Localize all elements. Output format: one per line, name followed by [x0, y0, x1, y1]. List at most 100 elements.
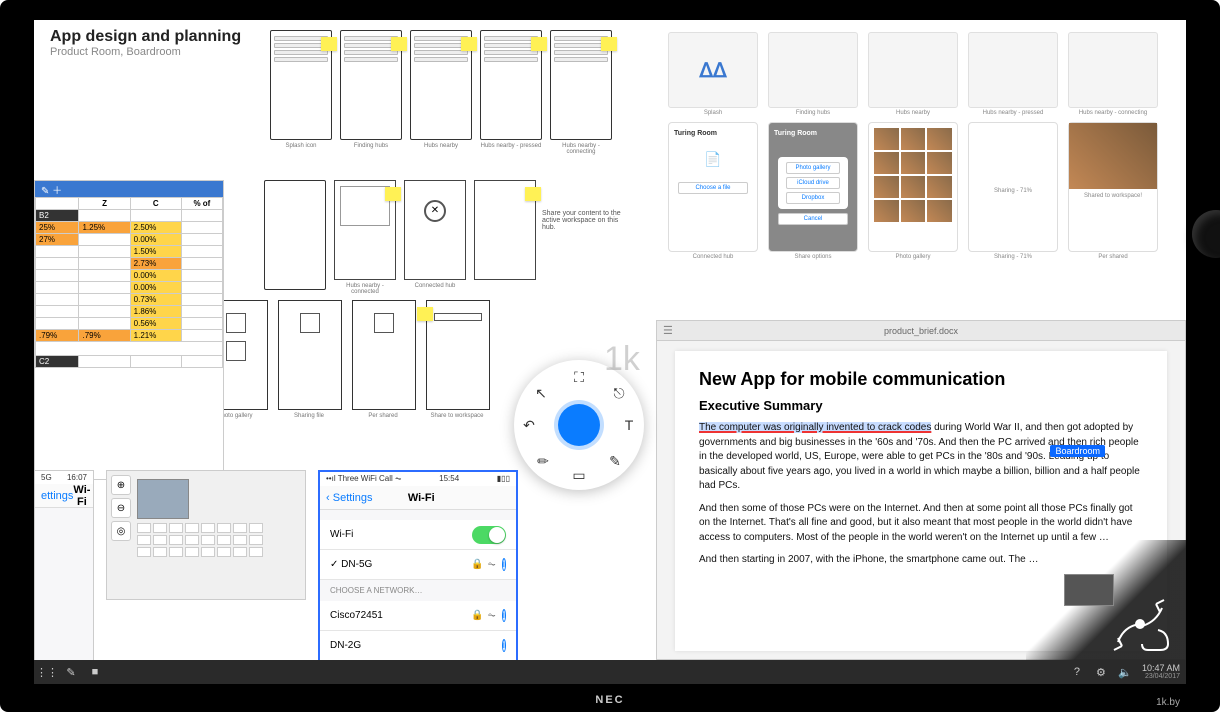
- gallery-thumb[interactable]: [1068, 32, 1158, 108]
- sticky-note-icon: [321, 37, 337, 51]
- wireframe-label: Sharing file: [278, 413, 340, 419]
- nav-title: Wi-Fi: [73, 484, 90, 508]
- map-widget[interactable]: ⊕ ⊖ ◎: [106, 470, 306, 600]
- wireframe-card[interactable]: ✕: [404, 180, 466, 280]
- phone-mock[interactable]: [868, 122, 958, 252]
- option-button[interactable]: Dropbox: [786, 192, 840, 204]
- wifi-icon: ⏦: [488, 610, 496, 621]
- phone-mock[interactable]: Turing Room📄Choose a file: [668, 122, 758, 252]
- wireframe-card[interactable]: [264, 180, 326, 290]
- cell[interactable]: 25%: [36, 222, 79, 234]
- cell[interactable]: 1.50%: [130, 246, 181, 258]
- option-button[interactable]: Photo gallery: [786, 162, 840, 174]
- doc-paragraph[interactable]: The computer was originally invented to …: [699, 421, 1143, 494]
- highlighted-text: The computer was originally invented to …: [699, 422, 931, 433]
- wireframe-card[interactable]: [480, 30, 542, 140]
- wireframe-card[interactable]: [334, 180, 396, 280]
- gallery-thumb[interactable]: [768, 32, 858, 108]
- spreadsheet-grid[interactable]: ZC% of B2 25%1.25%2.50% 27%0.00% 1.50% 2…: [35, 197, 223, 368]
- pen-mode-icon[interactable]: ✎: [64, 665, 78, 679]
- wireframe-card[interactable]: [352, 300, 416, 410]
- carrier-label: Three WiFi Call: [338, 474, 393, 483]
- gallery-thumb[interactable]: [868, 32, 958, 108]
- network-name: DN-2G: [330, 640, 361, 651]
- gallery-thumb[interactable]: ᐃᐃ: [668, 32, 758, 108]
- sticky-note-icon: [601, 37, 617, 51]
- date-label: 23/04/2017: [1142, 673, 1180, 680]
- radial-center-button[interactable]: [558, 404, 600, 446]
- sticky-note-icon: [525, 187, 541, 201]
- sheet-toolbar: ✎ ＋: [35, 181, 223, 197]
- apps-icon[interactable]: ⋮⋮: [40, 665, 54, 679]
- info-icon[interactable]: i: [502, 609, 506, 622]
- gallery-label: Per shared: [1068, 254, 1158, 260]
- cell[interactable]: .79%: [79, 330, 130, 342]
- wireframe-card[interactable]: [474, 180, 536, 280]
- phone-mock[interactable]: Sharing - 71%: [968, 122, 1058, 252]
- clock[interactable]: 10:47 AM 23/04/2017: [1142, 664, 1180, 680]
- info-icon[interactable]: i: [502, 639, 506, 652]
- wireframe-card[interactable]: [340, 30, 402, 140]
- back-button[interactable]: ‹ Settings: [326, 492, 372, 504]
- zoom-in-button[interactable]: ⊕: [111, 475, 131, 495]
- cell[interactable]: 0.00%: [130, 282, 181, 294]
- menu-icon[interactable]: ☰: [663, 324, 673, 337]
- spreadsheet-window[interactable]: ✎ ＋ ZC% of B2 25%1.25%2.50% 27%0.00% 1.5…: [34, 180, 224, 480]
- phone-mock[interactable]: Turing RoomPhoto galleryiCloud driveDrop…: [768, 122, 858, 252]
- phone-mock[interactable]: Shared to workspace!: [1068, 122, 1158, 252]
- wireframe-card[interactable]: [410, 30, 472, 140]
- cell[interactable]: 2.50%: [130, 222, 181, 234]
- cell[interactable]: 0.00%: [130, 270, 181, 282]
- wireframe-card[interactable]: [270, 30, 332, 140]
- shape-tool-icon[interactable]: ▭: [568, 464, 590, 486]
- volume-icon[interactable]: 🔈: [1118, 665, 1132, 679]
- monitor-brand: NEC: [595, 694, 624, 706]
- cell[interactable]: 2.73%: [130, 258, 181, 270]
- gallery-thumb[interactable]: [968, 32, 1058, 108]
- cell[interactable]: .79%: [36, 330, 79, 342]
- pen-tool-icon[interactable]: ✎: [604, 450, 626, 472]
- gallery-label: Finding hubs: [768, 110, 858, 116]
- cell[interactable]: 0.73%: [130, 294, 181, 306]
- eyedropper-icon[interactable]: ⎋: [608, 382, 630, 404]
- info-icon[interactable]: i: [502, 558, 506, 571]
- cell[interactable]: 1.86%: [130, 306, 181, 318]
- doc-paragraph[interactable]: And then some of those PCs were on the I…: [699, 502, 1143, 546]
- help-icon[interactable]: ?: [1070, 665, 1084, 679]
- highlighter-icon[interactable]: ✏: [532, 450, 554, 472]
- radial-tool-menu[interactable]: ⛶ ⎋ T ✎ ▭ ✏ ↶ ↖: [514, 360, 644, 490]
- cursor-icon[interactable]: ↖: [530, 382, 552, 404]
- wireframe-label: Hubs nearby - pressed: [480, 143, 542, 149]
- settings-icon[interactable]: ⚙: [1094, 665, 1108, 679]
- comment-tag[interactable]: Boardroom: [1050, 445, 1105, 457]
- cell[interactable]: 1.21%: [130, 330, 181, 342]
- wifi-connected-row[interactable]: ✓ DN-5G🔒⏦i: [320, 550, 516, 580]
- back-button[interactable]: ettings: [41, 490, 73, 502]
- zoom-out-button[interactable]: ⊖: [111, 498, 131, 518]
- wireframe-card[interactable]: [550, 30, 612, 140]
- sticky-note-icon: [461, 37, 477, 51]
- sticky-note-icon: [385, 187, 401, 201]
- text-tool-icon[interactable]: T: [618, 414, 640, 436]
- wifi-toggle-row[interactable]: Wi-Fi: [320, 520, 516, 550]
- wifi-network-row[interactable]: Cisco72451🔒⏦i: [320, 601, 516, 631]
- choose-file-button[interactable]: Choose a file: [678, 182, 748, 194]
- ios-wifi-settings[interactable]: ••ıl Three WiFi Call ⏦15:54▮▯▯ ‹ Setting…: [318, 470, 518, 666]
- cell[interactable]: 27%: [36, 234, 79, 246]
- scan-icon[interactable]: ⛶: [568, 366, 590, 388]
- wireframe-card[interactable]: [278, 300, 342, 410]
- wifi-network-row[interactable]: DN-2G i: [320, 631, 516, 661]
- cell[interactable]: 0.00%: [130, 234, 181, 246]
- option-button[interactable]: iCloud drive: [786, 177, 840, 189]
- taskbar[interactable]: ⋮⋮ ✎ ■ ? ⚙ 🔈 10:47 AM 23/04/2017: [34, 660, 1186, 684]
- toggle-on-icon[interactable]: [472, 526, 506, 544]
- cancel-button[interactable]: Cancel: [778, 213, 848, 225]
- ios-screen-partial[interactable]: 5G16:07 ettingsWi-Fi: [34, 470, 94, 666]
- cell[interactable]: 0.56%: [130, 318, 181, 330]
- cell[interactable]: 1.25%: [79, 222, 130, 234]
- gallery-label: Photo gallery: [868, 254, 958, 260]
- undo-icon[interactable]: ↶: [518, 414, 540, 436]
- video-icon[interactable]: ■: [88, 665, 102, 679]
- wireframe-card[interactable]: [426, 300, 490, 410]
- locate-button[interactable]: ◎: [111, 521, 131, 541]
